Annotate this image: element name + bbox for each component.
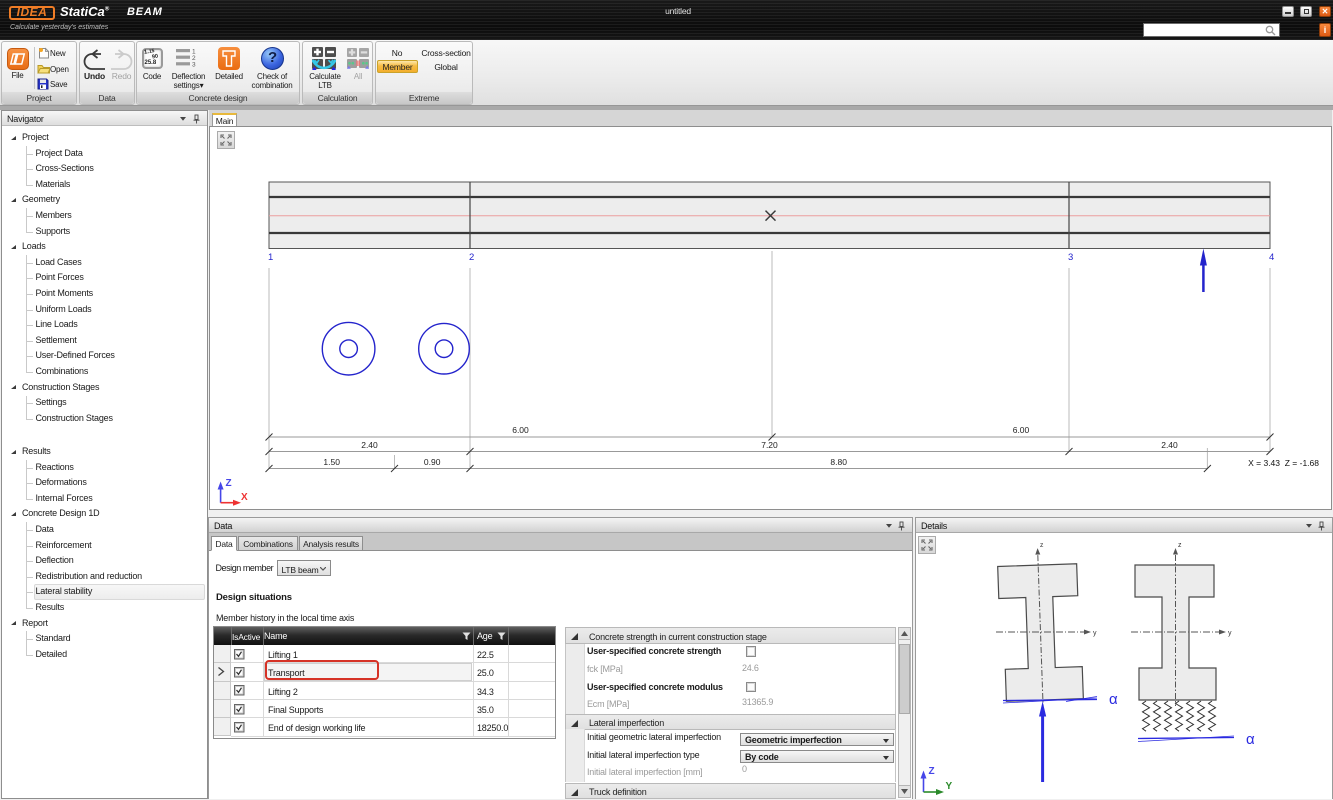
svg-text:6.00: 6.00 bbox=[512, 425, 529, 435]
svg-text:7.20: 7.20 bbox=[761, 440, 778, 450]
svg-text:Y: Y bbox=[946, 781, 953, 792]
svg-text:2.40: 2.40 bbox=[1161, 440, 1178, 450]
svg-text:0.90: 0.90 bbox=[424, 457, 441, 467]
svg-text:X = 3.43 Z = -1.68: X = 3.43 Z = -1.68 bbox=[1248, 458, 1319, 468]
svg-text:1: 1 bbox=[268, 252, 273, 263]
svg-text:4: 4 bbox=[1269, 252, 1274, 263]
svg-text:z: z bbox=[1178, 542, 1182, 549]
svg-text:1.50: 1.50 bbox=[323, 457, 340, 467]
svg-text:α: α bbox=[1109, 691, 1118, 708]
svg-text:Z: Z bbox=[226, 478, 232, 489]
svg-text:X: X bbox=[241, 492, 248, 503]
svg-text:Z: Z bbox=[929, 766, 935, 777]
svg-text:6.00: 6.00 bbox=[1013, 425, 1030, 435]
svg-text:α: α bbox=[1246, 731, 1255, 748]
svg-text:3: 3 bbox=[1068, 252, 1073, 263]
svg-text:3: 3 bbox=[192, 62, 196, 69]
svg-text:2.40: 2.40 bbox=[361, 440, 378, 450]
svg-text:y: y bbox=[1093, 630, 1097, 637]
svg-text:2: 2 bbox=[469, 252, 474, 263]
svg-text:8.80: 8.80 bbox=[830, 457, 847, 467]
svg-text:y: y bbox=[1228, 630, 1232, 637]
svg-text:z: z bbox=[1040, 542, 1044, 549]
